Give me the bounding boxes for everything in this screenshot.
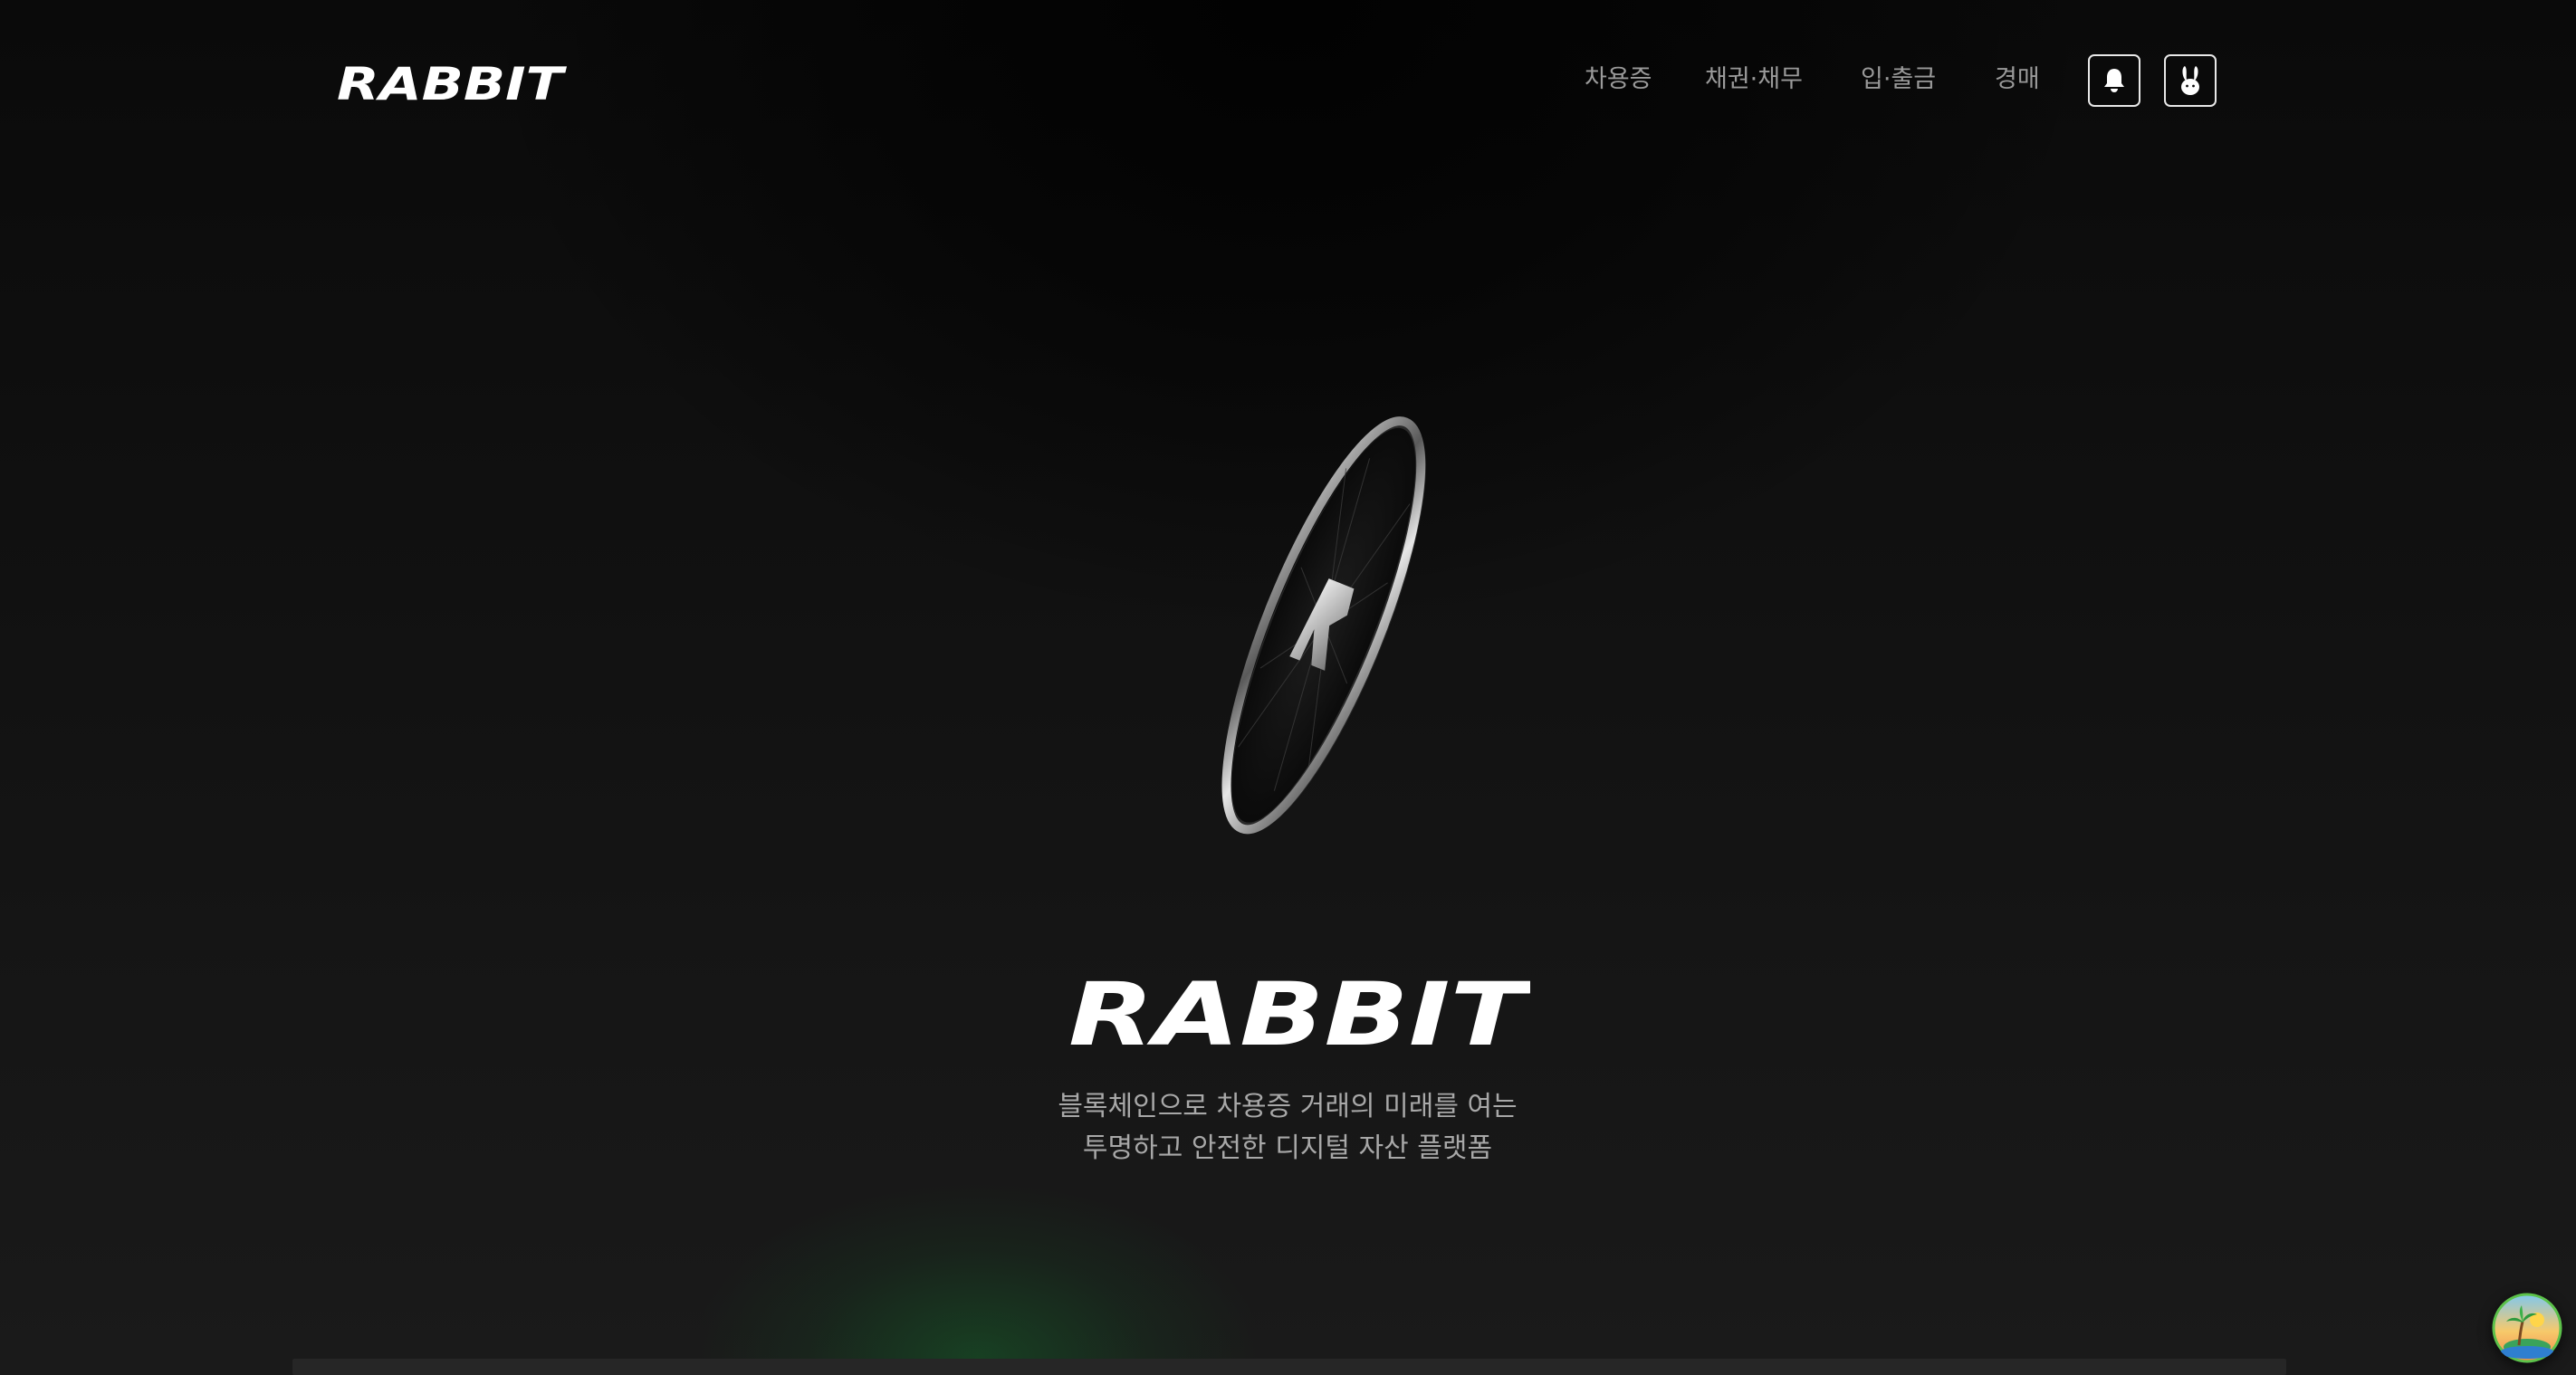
nav-item-loan-certificate[interactable]: 차용증 [1585,60,1652,100]
profile-button[interactable] [2164,54,2217,107]
tagline-line-1: 블록체인으로 차용증 거래의 미래를 여는 [1058,1091,1518,1122]
rabbit-icon [2181,66,2199,95]
hero-title-logo: RABBIT [1068,967,1530,1053]
site-logo[interactable]: RABBIT [337,60,567,105]
hero-wordmark: RABBIT [1068,967,1530,1053]
tagline-line-2: 투명하고 안전한 디지털 자산 플랫폼 [1082,1132,1493,1164]
hero-tagline: 블록체인으로 차용증 거래의 미래를 여는 투명하고 안전한 디지털 자산 플랫… [925,1086,1650,1170]
hero-coin-graphic [1204,398,1440,851]
notification-button[interactable] [2088,54,2140,107]
nav-item-bonds-debts[interactable]: 채권·채무 [1705,60,1803,100]
rabbit-coin-icon [1221,416,1426,835]
hero-title-text: RABBIT [1068,967,1530,1053]
next-section-edge [292,1359,2286,1375]
bell-icon [2104,69,2124,92]
floating-action-button[interactable] [2492,1293,2562,1363]
site-header: RABBIT 차용증 채권·채무 입·출금 경매 [0,0,2576,163]
nav-item-auction[interactable]: 경매 [1995,60,2040,100]
nav-item-deposit-withdraw[interactable]: 입·출금 [1861,60,1936,100]
rabbit-wordmark-logo: RABBIT [337,60,567,105]
logo-wordmark-text: RABBIT [337,60,567,105]
palm-island-icon [2492,1293,2562,1363]
